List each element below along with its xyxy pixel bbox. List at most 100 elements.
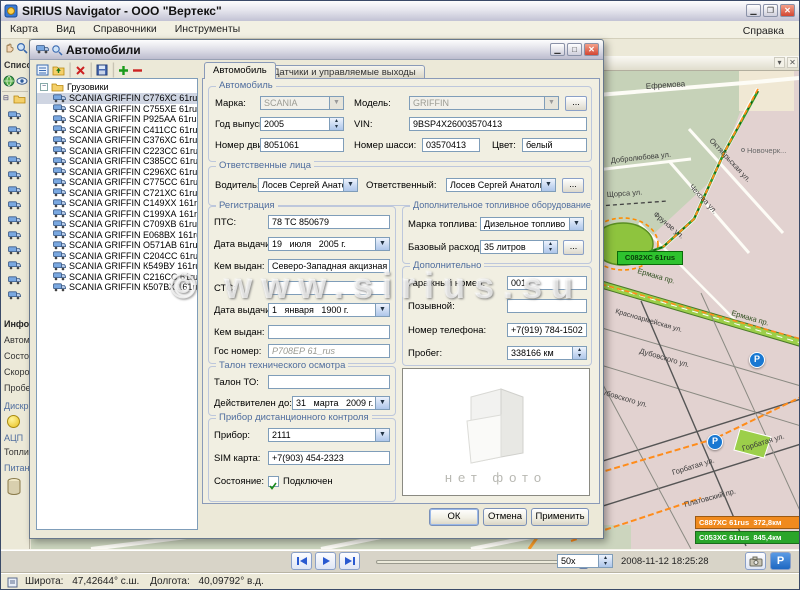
- menu-spravka[interactable]: Справка: [734, 23, 793, 37]
- callsign-field[interactable]: [507, 299, 587, 313]
- combo-marka[interactable]: SCANIA▼: [260, 96, 344, 110]
- connected-checkbox[interactable]: [268, 476, 279, 487]
- play-button[interactable]: [315, 552, 336, 570]
- tree-root-gruzoviki[interactable]: − Грузовики: [37, 79, 197, 93]
- globe-icon[interactable]: [3, 75, 15, 87]
- parking-button[interactable]: P: [770, 552, 791, 570]
- tree-item-vehicle[interactable]: SCANIA GRIFFIN С775СС 61rus: [37, 177, 197, 188]
- fuel-rate-stepper[interactable]: 35 литров▴▾: [480, 240, 558, 254]
- menu-instrumenty[interactable]: Инструменты: [166, 21, 249, 35]
- combo-fuel-type[interactable]: Дизельное топливо▼: [480, 217, 584, 231]
- truck-icon: [53, 209, 66, 218]
- ticket-field[interactable]: [268, 375, 390, 389]
- tree-item-vehicle[interactable]: SCANIA GRIFFIN С411СС 61rus: [37, 125, 197, 136]
- spinner-icon[interactable]: ▴▾: [543, 241, 557, 253]
- dialog-minimize-button[interactable]: ▁: [550, 43, 565, 56]
- gos-nomer-field[interactable]: Р708ЕР 61_rus: [268, 344, 390, 358]
- model-browse-button[interactable]: ...: [565, 96, 587, 111]
- pts-issuer-field[interactable]: Северо-Западная акцизная т: [268, 259, 390, 273]
- tree-item-vehicle[interactable]: SCANIA GRIFFIN С149ХХ 161rus: [37, 198, 197, 209]
- save-icon[interactable]: [96, 64, 108, 76]
- track-label-orange[interactable]: С887ХС 61rus 372,8км: [695, 516, 800, 529]
- sts-issuer-field[interactable]: [268, 325, 390, 339]
- skip-end-button[interactable]: [339, 552, 360, 570]
- close-button[interactable]: ✕: [780, 4, 795, 17]
- combo-model[interactable]: GRIFFIN▼: [409, 96, 559, 110]
- tree-item-vehicle[interactable]: SCANIA GRIFFIN С204СС 61rus: [37, 251, 197, 262]
- combo-device[interactable]: 2111▼: [268, 428, 390, 442]
- tree-item-vehicle[interactable]: SCANIA GRIFFIN К549ВУ 161rus: [37, 261, 197, 272]
- tree-item-vehicle[interactable]: SCANIA GRIFFIN О571АВ 61rus: [37, 240, 197, 251]
- phone-field[interactable]: +7(919) 784-1502: [507, 323, 587, 337]
- parking-marker[interactable]: P: [749, 352, 765, 368]
- tree-item-vehicle[interactable]: SCANIA GRIFFIN С376ХС 61rus: [37, 135, 197, 146]
- truck-icon: [53, 167, 66, 176]
- tree-item-vehicle[interactable]: SCANIA GRIFFIN С223СС 61rus: [37, 146, 197, 157]
- map-close-icon[interactable]: ✕: [787, 57, 798, 68]
- tree-item-vehicle[interactable]: SCANIA GRIFFIN С296ХС 61rus: [37, 167, 197, 178]
- year-stepper[interactable]: 2005▴▾: [260, 117, 344, 131]
- fuel-browse-button[interactable]: ...: [563, 240, 584, 255]
- track-label-green[interactable]: С053ХС 61rus 845,4км: [695, 531, 800, 544]
- sim-field[interactable]: +7(903) 454-2323: [268, 451, 390, 465]
- apply-button[interactable]: Применить: [531, 508, 589, 526]
- application-window: SIRIUS Navigator - ООО "Вертекс" ▁ ❐ ✕ К…: [0, 0, 800, 590]
- tree-item-vehicle[interactable]: SCANIA GRIFFIN С385СС 61rus: [37, 156, 197, 167]
- no-photo-folder-icon: [457, 381, 537, 465]
- pts-date-picker[interactable]: 19 июля 2005 г.▼: [268, 237, 390, 251]
- rail-section-acp: АЦП: [4, 433, 23, 443]
- color-field[interactable]: белый: [522, 138, 587, 152]
- sts-field[interactable]: [268, 281, 390, 295]
- tab-datchiki[interactable]: Датчики и управляемые выходы: [264, 65, 425, 79]
- tree-expander[interactable]: −: [40, 83, 48, 91]
- dialog-maximize-button[interactable]: □: [567, 43, 582, 56]
- menu-karta[interactable]: Карта: [1, 21, 47, 35]
- combo-driver[interactable]: Лосев Сергей Анатолье▼: [258, 178, 358, 192]
- sts-date-picker[interactable]: 1 января 1900 г.▼: [268, 303, 390, 317]
- tree-item-vehicle[interactable]: SCANIA GRIFFIN С709ХВ 61rus: [37, 219, 197, 230]
- folder-up-icon[interactable]: [52, 64, 65, 76]
- add-icon[interactable]: [118, 65, 129, 76]
- zoom-tool-icon[interactable]: [16, 42, 28, 54]
- tree-item-vehicle[interactable]: SCANIA GRIFFIN Е068ВХ 161rus: [37, 230, 197, 241]
- parking-marker[interactable]: P: [707, 434, 723, 450]
- tree-item-vehicle[interactable]: SCANIA GRIFFIN С776ХС 61rus: [37, 93, 197, 104]
- menu-vid[interactable]: Вид: [47, 21, 84, 35]
- spinner-icon[interactable]: ▴▾: [598, 555, 612, 567]
- combo-responsible[interactable]: Лосев Сергей Анатоль▼: [446, 178, 556, 192]
- tree-item-vehicle[interactable]: SCANIA GRIFFIN С721ХС 61rus: [37, 188, 197, 199]
- remove-icon[interactable]: [132, 65, 143, 76]
- restore-button[interactable]: ❐: [763, 4, 778, 17]
- tree-item-vehicle[interactable]: SCANIA GRIFFIN К507ВХ 161rus: [37, 282, 197, 293]
- persons-browse-button[interactable]: ...: [562, 178, 584, 193]
- list-view-icon[interactable]: [36, 64, 49, 76]
- skip-start-button[interactable]: [291, 552, 312, 570]
- map-collapse-icon[interactable]: ▾: [774, 57, 785, 68]
- garage-number-field[interactable]: 001: [507, 276, 587, 290]
- snapshot-button[interactable]: [745, 552, 766, 570]
- tree-item-vehicle[interactable]: SCANIA GRIFFIN С199ХА 161rus: [37, 209, 197, 220]
- vin-field[interactable]: 9BSP4X26003570413: [409, 117, 587, 131]
- eye-icon[interactable]: [16, 75, 28, 87]
- spinner-icon[interactable]: ▴▾: [329, 118, 343, 130]
- pan-hand-icon[interactable]: [3, 42, 15, 54]
- pts-field[interactable]: 78 ТС 850679: [268, 215, 390, 229]
- minimize-button[interactable]: ▁: [746, 4, 761, 17]
- delete-x-icon[interactable]: [75, 65, 86, 76]
- tab-avtomobil[interactable]: Автомобиль: [204, 62, 276, 79]
- dialog-close-button[interactable]: ✕: [584, 43, 599, 56]
- chassis-number-field[interactable]: 03570413: [422, 138, 480, 152]
- valid-until-picker[interactable]: 31 марта 2009 г.▼: [292, 396, 390, 410]
- spinner-icon[interactable]: ▴▾: [572, 347, 586, 359]
- engine-number-field[interactable]: 8051061: [260, 138, 344, 152]
- tree-expander[interactable]: ⊟: [3, 94, 9, 102]
- tree-item-vehicle[interactable]: SCANIA GRIFFIN С216СС 61rus: [37, 272, 197, 283]
- cancel-button[interactable]: Отмена: [483, 508, 527, 526]
- speed-stepper[interactable]: 50x▴▾: [557, 554, 613, 568]
- mileage-stepper[interactable]: 338166 км▴▾: [507, 346, 587, 360]
- tree-item-vehicle[interactable]: SCANIA GRIFFIN С755ХЕ 61rus: [37, 104, 197, 115]
- menu-spravochniki[interactable]: Справочники: [84, 21, 166, 35]
- map-vehicle-label[interactable]: С082ХС 61rus: [617, 251, 683, 265]
- tree-item-vehicle[interactable]: SCANIA GRIFFIN Р925АА 61rus: [37, 114, 197, 125]
- ok-button[interactable]: ОК: [429, 508, 479, 526]
